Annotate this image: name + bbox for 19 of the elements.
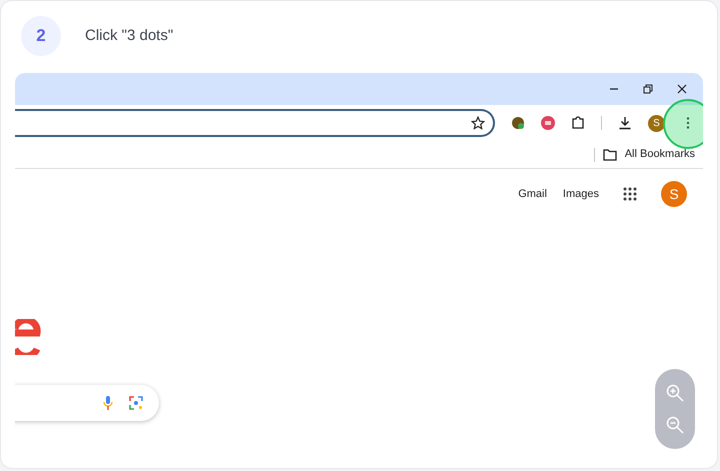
step-number: 2: [21, 16, 61, 56]
apps-grid-icon[interactable]: [623, 187, 637, 201]
download-icon[interactable]: [618, 116, 632, 130]
folder-icon: [602, 148, 617, 160]
gmail-link[interactable]: Gmail: [518, 186, 547, 202]
star-icon[interactable]: [471, 116, 485, 130]
images-link[interactable]: Images: [562, 186, 599, 202]
logo-fragment-drawing: [15, 319, 41, 355]
address-bar[interactable]: [15, 109, 495, 137]
extension-icon[interactable]: [511, 116, 525, 130]
microphone-icon[interactable]: [103, 395, 113, 411]
highlight-circle: [663, 99, 703, 149]
camera-search-icon[interactable]: [129, 396, 143, 410]
extension-icon[interactable]: [541, 116, 555, 130]
close-icon[interactable]: [677, 84, 687, 94]
step-instruction: Click "3 dots": [85, 26, 174, 46]
profile-button[interactable]: S: [648, 114, 665, 132]
restore-icon[interactable]: [643, 84, 653, 94]
bookmark-folder[interactable]: All Bookmarks: [602, 146, 695, 163]
